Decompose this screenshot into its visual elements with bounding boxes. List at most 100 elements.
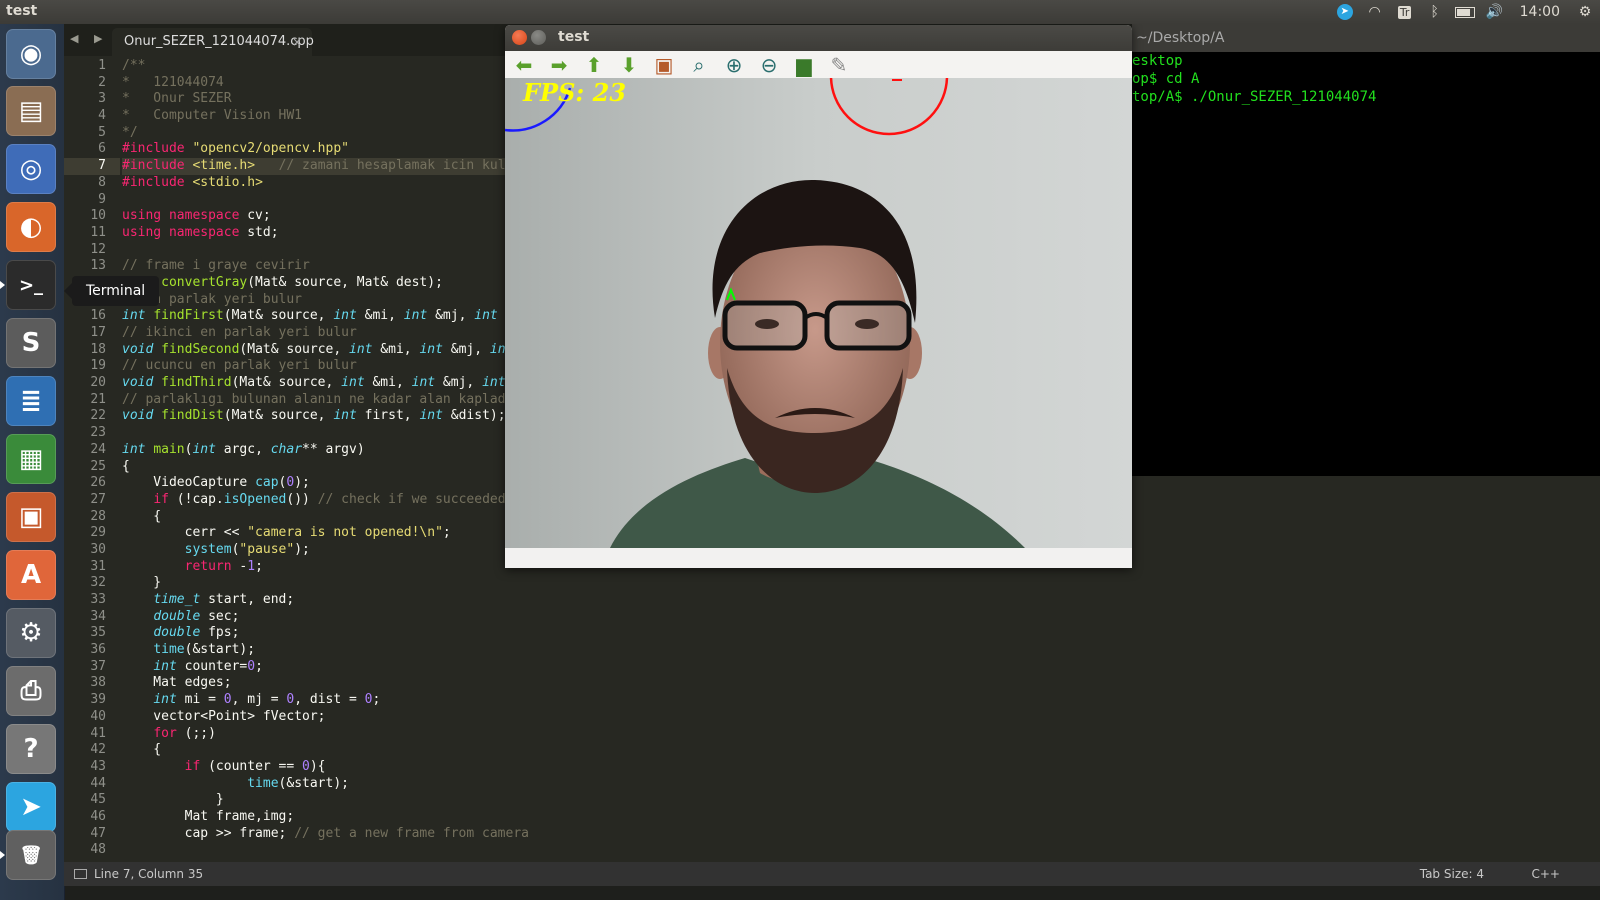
panel-toggle-icon[interactable] [74, 869, 87, 879]
tab-nav-arrows[interactable]: ◀ ▶ [70, 32, 108, 45]
launcher-item-printer[interactable]: ⎙ [6, 666, 56, 716]
line-number: 2 [98, 74, 106, 90]
printer-icon: ⎙ [20, 675, 42, 706]
close-icon[interactable] [512, 30, 527, 45]
line-number: 44 [90, 775, 106, 791]
line-number: 31 [90, 558, 106, 574]
code-line[interactable]: time_t start, end; [122, 592, 1592, 609]
code-line[interactable]: for (;;) [122, 726, 1592, 743]
line-number: 7 [64, 158, 120, 175]
zoom-out-icon[interactable]: ⊖ [756, 53, 782, 77]
volume-icon[interactable]: 🔊 [1480, 0, 1510, 24]
line-number: 16 [90, 308, 106, 324]
zoom-image-icon[interactable]: ▣ [651, 53, 677, 77]
line-number: 11 [90, 224, 106, 240]
line-number: 33 [90, 592, 106, 607]
properties-icon[interactable]: ✎ [826, 53, 852, 77]
line-number: 23 [90, 425, 106, 441]
tab-size[interactable]: Tab Size: 4 [1420, 867, 1484, 881]
code-line[interactable]: time(&start); [122, 776, 1592, 793]
zoom-fit-icon[interactable]: ⌕ [686, 53, 712, 77]
terminal-output: esktop op$ cd A top/A$ ./Onur_SEZER_121044… [1132, 52, 1600, 106]
launcher-item-software-center[interactable]: A [6, 550, 56, 600]
bluetooth-icon[interactable]: ᛒ [1420, 0, 1450, 24]
camera-view[interactable]: FPS: 23 [505, 78, 1132, 548]
top-panel: test ➤ ◠ Tr ᛒ 🔊 14:00 ⚙ [0, 0, 1600, 24]
clock[interactable]: 14:00 [1510, 4, 1570, 20]
launcher-item-telegram[interactable]: ➤ [6, 782, 56, 832]
tab-file[interactable]: Onur_SEZER_121044074.cpp × [112, 28, 314, 56]
tab-label: Onur_SEZER_121044074.cpp [124, 34, 314, 49]
launcher-item-firefox[interactable]: ◐ [6, 202, 56, 252]
terminal-line: esktop [1132, 53, 1183, 69]
pan-down-icon[interactable]: ⬇ [616, 53, 642, 77]
launcher-tooltip: Terminal [63, 276, 160, 306]
line-number: 28 [90, 508, 106, 524]
gear-icon[interactable]: ⚙ [1570, 0, 1600, 24]
line-number: 4 [98, 108, 106, 124]
launcher: ◉ ▤ ◎ ◐ >_ S ≣ ▦ ▣ A ⚙ ⎙? ➤ 🗑 [0, 24, 65, 900]
launcher-item-chromium[interactable]: ◎ [6, 144, 56, 194]
impress-icon: ▣ [18, 502, 44, 532]
code-line[interactable]: Mat frame,img; [122, 809, 1592, 826]
line-number: 48 [90, 842, 106, 858]
tab-close-icon[interactable]: × [292, 28, 302, 56]
code-line[interactable]: int mi = 0, mj = 0, dist = 0; [122, 692, 1592, 709]
code-line[interactable]: Mat edges; [122, 675, 1592, 692]
code-line[interactable]: } [122, 575, 1592, 592]
keyboard-layout-icon[interactable]: Tr [1390, 0, 1420, 24]
save-icon[interactable]: ▆ [791, 53, 817, 77]
launcher-item-sublime-text[interactable]: S [6, 318, 56, 368]
wifi-icon[interactable]: ◠ [1360, 0, 1390, 24]
minimize-icon[interactable] [531, 30, 546, 45]
code-line[interactable]: time(&start); [122, 642, 1592, 659]
telegram-icon[interactable]: ➤ [1330, 0, 1360, 24]
launcher-item-impress[interactable]: ▣ [6, 492, 56, 542]
line-number: 17 [90, 325, 106, 340]
code-line[interactable]: { [122, 742, 1592, 759]
line-number: 6 [98, 141, 106, 157]
code-line[interactable]: int counter=0; [122, 659, 1592, 676]
line-number: 19 [90, 358, 106, 374]
system-tray: ➤ ◠ Tr ᛒ 🔊 14:00 ⚙ [1330, 0, 1600, 24]
right-eye [855, 319, 879, 329]
pan-up-icon[interactable]: ⬆ [581, 53, 607, 77]
running-indicator [0, 281, 5, 289]
launcher-item-dash[interactable]: ◉ [6, 29, 56, 79]
launcher-item-trash[interactable]: 🗑 [6, 830, 56, 880]
pan-left-icon[interactable]: ⬅ [511, 53, 537, 77]
code-line[interactable]: if (counter == 0){ [122, 759, 1592, 776]
terminal-line: op$ cd A [1132, 71, 1200, 87]
window-status-area [505, 548, 1132, 568]
code-line[interactable]: } [122, 792, 1592, 809]
code-line[interactable]: double fps; [122, 625, 1592, 642]
line-number-gutter: 1234567891011121314151617181920212223242… [64, 58, 120, 859]
line-number: 8 [98, 174, 106, 190]
battery-icon[interactable] [1450, 0, 1480, 24]
launcher-item-calc[interactable]: ▦ [6, 434, 56, 484]
code-line[interactable]: double sec; [122, 609, 1592, 626]
line-number: 13 [90, 258, 106, 274]
terminal-window[interactable]: ~/Desktop/A esktop op$ cd A top/A$ ./Onur_… [1132, 24, 1600, 476]
launcher-item-system-settings[interactable]: ⚙ [6, 608, 56, 658]
launcher-item-files[interactable]: ▤ [6, 86, 56, 136]
launcher-item-help[interactable]: ? [6, 724, 56, 774]
line-number: 41 [90, 725, 106, 741]
launcher-item-writer[interactable]: ≣ [6, 376, 56, 426]
launcher-item-terminal[interactable]: >_ [6, 260, 56, 310]
zoom-in-icon[interactable]: ⊕ [721, 53, 747, 77]
code-line[interactable]: cap >> frame; // get a new frame from ca… [122, 826, 1592, 843]
code-line[interactable] [122, 842, 1592, 859]
window-titlebar[interactable]: test [505, 25, 1132, 51]
line-number: 34 [90, 608, 106, 624]
code-line[interactable]: vector<Point> fVector; [122, 709, 1592, 726]
firefox-icon: ◐ [19, 212, 43, 242]
pan-right-icon[interactable]: ➡ [546, 53, 572, 77]
dash-icon: ◉ [19, 39, 43, 69]
line-number: 20 [90, 375, 106, 391]
line-number: 35 [90, 625, 106, 641]
syntax-mode[interactable]: C++ [1532, 867, 1561, 881]
left-eye [755, 319, 779, 329]
line-number: 32 [90, 575, 106, 591]
system-settings-icon: ⚙ [19, 618, 43, 648]
